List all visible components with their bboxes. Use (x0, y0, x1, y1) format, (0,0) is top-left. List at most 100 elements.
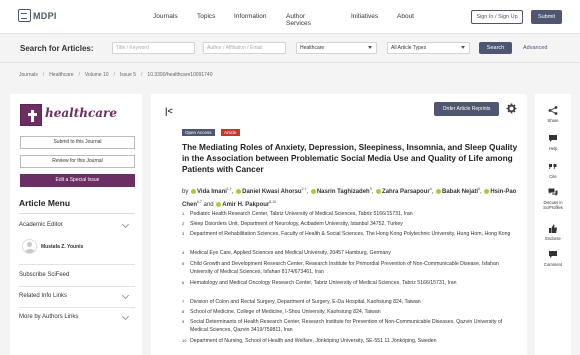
more-by-authors-toggle[interactable]: More by Authors Links (19, 314, 78, 320)
affiliation-text: Department of Rehabilitation Sciences, F… (190, 231, 511, 237)
orcid-icon[interactable] (484, 188, 490, 194)
author-list: by Vida Imani1,†, Daniel Kwasi Ahorsu2,†… (182, 187, 517, 208)
breadcrumb-healthcare[interactable]: Healthcare (49, 72, 73, 78)
affiliation-text: Department of Nursing, School of Health … (190, 338, 437, 344)
nav-journals[interactable]: Journals (153, 13, 178, 20)
article-menu-title: Article Menu (19, 198, 71, 208)
affiliation-text: Social Determinants of Health Research C… (190, 319, 503, 333)
mdpi-logo[interactable]: MDPI (18, 9, 57, 22)
affiliation-number: 4 (182, 250, 185, 255)
affiliation-number: 2 (182, 221, 185, 226)
chevron-down-icon (121, 291, 130, 300)
article-type-select[interactable]: All Article Types (387, 42, 470, 54)
author-name[interactable]: Vida Imani (197, 189, 227, 195)
logo-text: MDPI (33, 10, 57, 21)
breadcrumb-separator: / (42, 72, 45, 78)
share-button[interactable]: Share (535, 106, 571, 123)
affiliation-text: Pediatric Health Research Center, Tabriz… (190, 211, 413, 217)
affiliation-text: Division of Colon and Rectal Surgery, De… (190, 299, 421, 305)
nav-initiatives[interactable]: Initiatives (351, 13, 378, 20)
breadcrumb-journals[interactable]: Journals (19, 72, 38, 78)
affiliation-number: 1 (182, 211, 185, 216)
author-affiliation-ref: 8,10 (269, 200, 277, 204)
comment-button[interactable]: Comment (535, 250, 571, 267)
open-access-badge: Open Access (182, 129, 215, 136)
related-info-toggle[interactable]: Related Info Links (19, 293, 67, 299)
order-reprints-button[interactable]: Order Article Reprints (434, 102, 499, 116)
author-name[interactable]: Zahra Parsapour (382, 189, 430, 195)
search-button[interactable]: Search (479, 42, 512, 54)
author-affiliation-ref: 1,† (226, 187, 232, 191)
article-type-value: All Article Types (391, 45, 427, 51)
discuss-button[interactable]: Discuss in SciProfiles (535, 188, 571, 210)
cite-button[interactable]: Cite (535, 162, 571, 179)
cite-label: Cite (549, 174, 557, 179)
author-name[interactable]: Babak Nejati (442, 189, 478, 195)
breadcrumb: Journals / Healthcare / Volume 10 / Issue 5 / 10… (19, 72, 212, 78)
edit-special-issue-button[interactable]: Edit a Special Issue (20, 174, 135, 187)
advanced-search-link[interactable]: Advanced (523, 45, 547, 51)
comment-icon (549, 251, 557, 258)
sign-in-button[interactable]: Sign In / Sign Up (471, 10, 523, 24)
orcid-icon[interactable] (310, 188, 316, 194)
journal-logo[interactable]: healthcare (20, 104, 135, 128)
nav-author-services[interactable]: Author Services (286, 13, 311, 27)
author-name[interactable]: Daniel Kwasi Ahorsu (242, 189, 301, 195)
help-button[interactable]: Help (535, 134, 571, 151)
academic-editor-toggle[interactable]: Academic Editor (19, 222, 63, 228)
orcid-icon[interactable] (216, 201, 222, 207)
chevron-down-icon (121, 312, 130, 321)
divider (19, 264, 135, 265)
orcid-icon[interactable] (376, 188, 382, 194)
breadcrumb-separator: / (78, 72, 80, 78)
orcid-icon[interactable] (436, 188, 442, 194)
gear-icon[interactable] (506, 103, 517, 114)
submit-to-journal-button[interactable]: Submit to this Journal (20, 136, 135, 149)
journal-select[interactable]: Healthcare (296, 42, 377, 54)
author-name[interactable]: Nasrin Taghizadeh (317, 189, 370, 195)
breadcrumb-issue[interactable]: Issue 5 (120, 72, 136, 78)
divider (19, 286, 135, 287)
avatar (22, 239, 37, 254)
review-for-journal-button[interactable]: Review for this Journal (20, 155, 135, 168)
author-name[interactable]: Amir H. Pakpour (222, 202, 269, 208)
author-affiliation-ref: 5 (478, 187, 480, 191)
subscribe-scifeed-link[interactable]: Subscribe SciFeed (19, 272, 69, 278)
keyword-input[interactable]: Title / Keyword (112, 42, 195, 54)
affiliation-number: 3 (182, 231, 185, 236)
article-main: |< Order Article Reprints Open Access Ar… (151, 94, 527, 355)
nav-topics[interactable]: Topics (197, 13, 215, 20)
orcid-icon[interactable] (191, 188, 197, 194)
author-input[interactable]: Author / Affiliation / Email (203, 42, 286, 54)
affiliation-text: School of Medicine, College of Medicine,… (190, 309, 381, 315)
share-icon (548, 106, 558, 115)
affiliation-text: Child Growth and Development Research Ce… (190, 261, 499, 275)
search-bar: Search for Articles: Title / Keyword Aut… (0, 34, 580, 63)
orcid-icon[interactable] (236, 188, 242, 194)
nav-information[interactable]: Information (234, 13, 267, 20)
discuss-label: Discuss in SciProfiles (543, 200, 563, 210)
breadcrumb-volume[interactable]: Volume 10 (85, 72, 109, 78)
affiliation-number: 5 (182, 261, 185, 266)
left-sidebar: healthcare Submit to this Journal Review… (10, 94, 142, 355)
affiliation-number: 7 (182, 299, 185, 304)
breadcrumb-separator: / (113, 72, 115, 78)
submit-button[interactable]: Submit (531, 10, 562, 24)
journal-cross-icon (20, 104, 42, 126)
nav-about[interactable]: About (397, 13, 414, 20)
search-label: Search for Articles: (20, 44, 94, 53)
editor-name[interactable]: Mustafa Z. Younis (41, 244, 83, 250)
endorse-button[interactable]: Endorse (535, 224, 571, 241)
breadcrumb-doi: 10.3390/healthcare10091740 (147, 72, 213, 78)
divider (19, 213, 135, 214)
journal-select-value: Healthcare (300, 45, 325, 51)
author-affiliation-ref: 3 (369, 187, 372, 191)
chevron-down-icon (368, 46, 372, 49)
affiliation-number: 9 (182, 319, 185, 324)
help-icon (549, 135, 557, 142)
affiliation-number: 8 (182, 309, 185, 314)
collapse-sidebar-icon[interactable]: |< (165, 106, 173, 116)
affiliation-number: 6 (182, 280, 185, 285)
chevron-down-icon (121, 220, 130, 229)
affiliation-text: Medical Eye Care, Applied Sciences and M… (190, 250, 391, 256)
